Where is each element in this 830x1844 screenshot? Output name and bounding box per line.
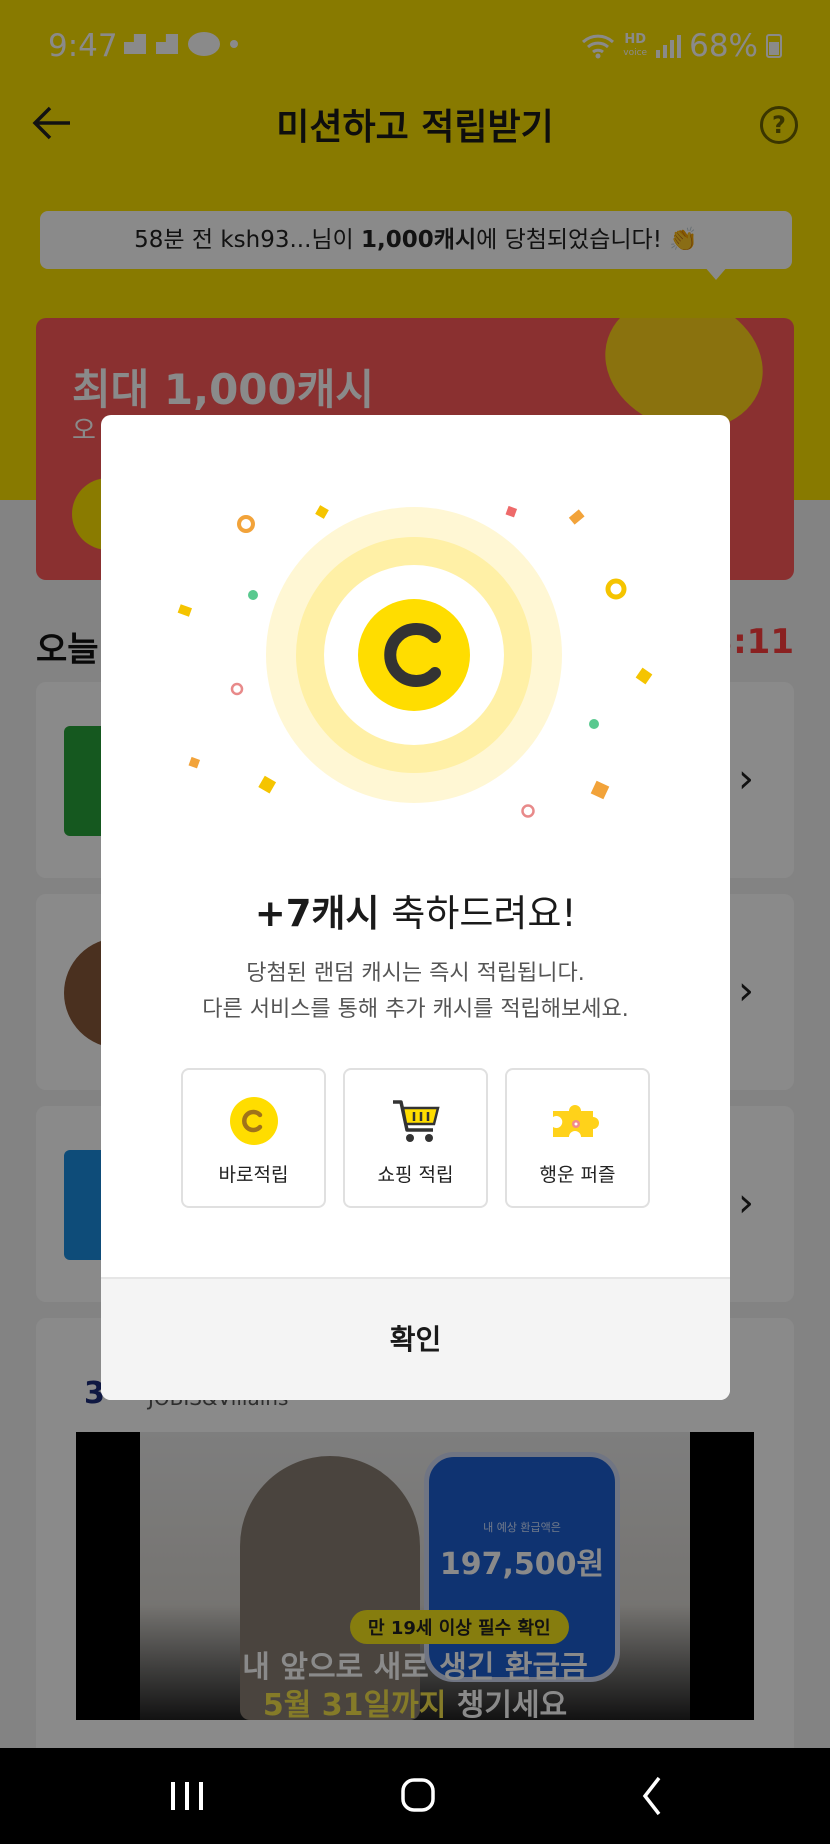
system-navigation-bar [0,1748,830,1844]
reward-description-line2: 다른 서비스를 통해 추가 캐시를 적립해보세요. [202,997,629,1022]
back-icon[interactable] [623,1768,683,1824]
reward-amount: +7캐시 [254,892,380,935]
recent-apps-icon[interactable] [157,1768,217,1824]
celebration-illustration [177,505,653,818]
lucky-puzzle-label: 행운 퍼즐 [539,1164,616,1186]
reward-dialog: +7캐시 축하드려요! 당첨된 랜덤 캐시는 즉시 적립됩니다. 다른 서비스를… [101,415,730,1400]
instant-reward-button[interactable]: 바로적립 [181,1068,326,1208]
instant-reward-label: 바로적립 [218,1164,289,1186]
puzzle-icon [552,1105,599,1137]
coin-icon [229,1097,278,1145]
shopping-reward-button[interactable]: 쇼핑 적립 [343,1068,488,1208]
cart-icon [392,1100,440,1142]
home-icon[interactable] [388,1768,448,1824]
reward-congrats: 축하드려요! [379,892,577,935]
reward-title: +7캐시 축하드려요! [101,883,730,937]
reward-description-line1: 당첨된 랜덤 캐시는 즉시 적립됩니다. [246,961,585,986]
lucky-puzzle-button[interactable]: 행운 퍼즐 [505,1068,650,1208]
shopping-reward-label: 쇼핑 적립 [377,1164,454,1186]
confirm-button[interactable]: 확인 [101,1277,730,1400]
